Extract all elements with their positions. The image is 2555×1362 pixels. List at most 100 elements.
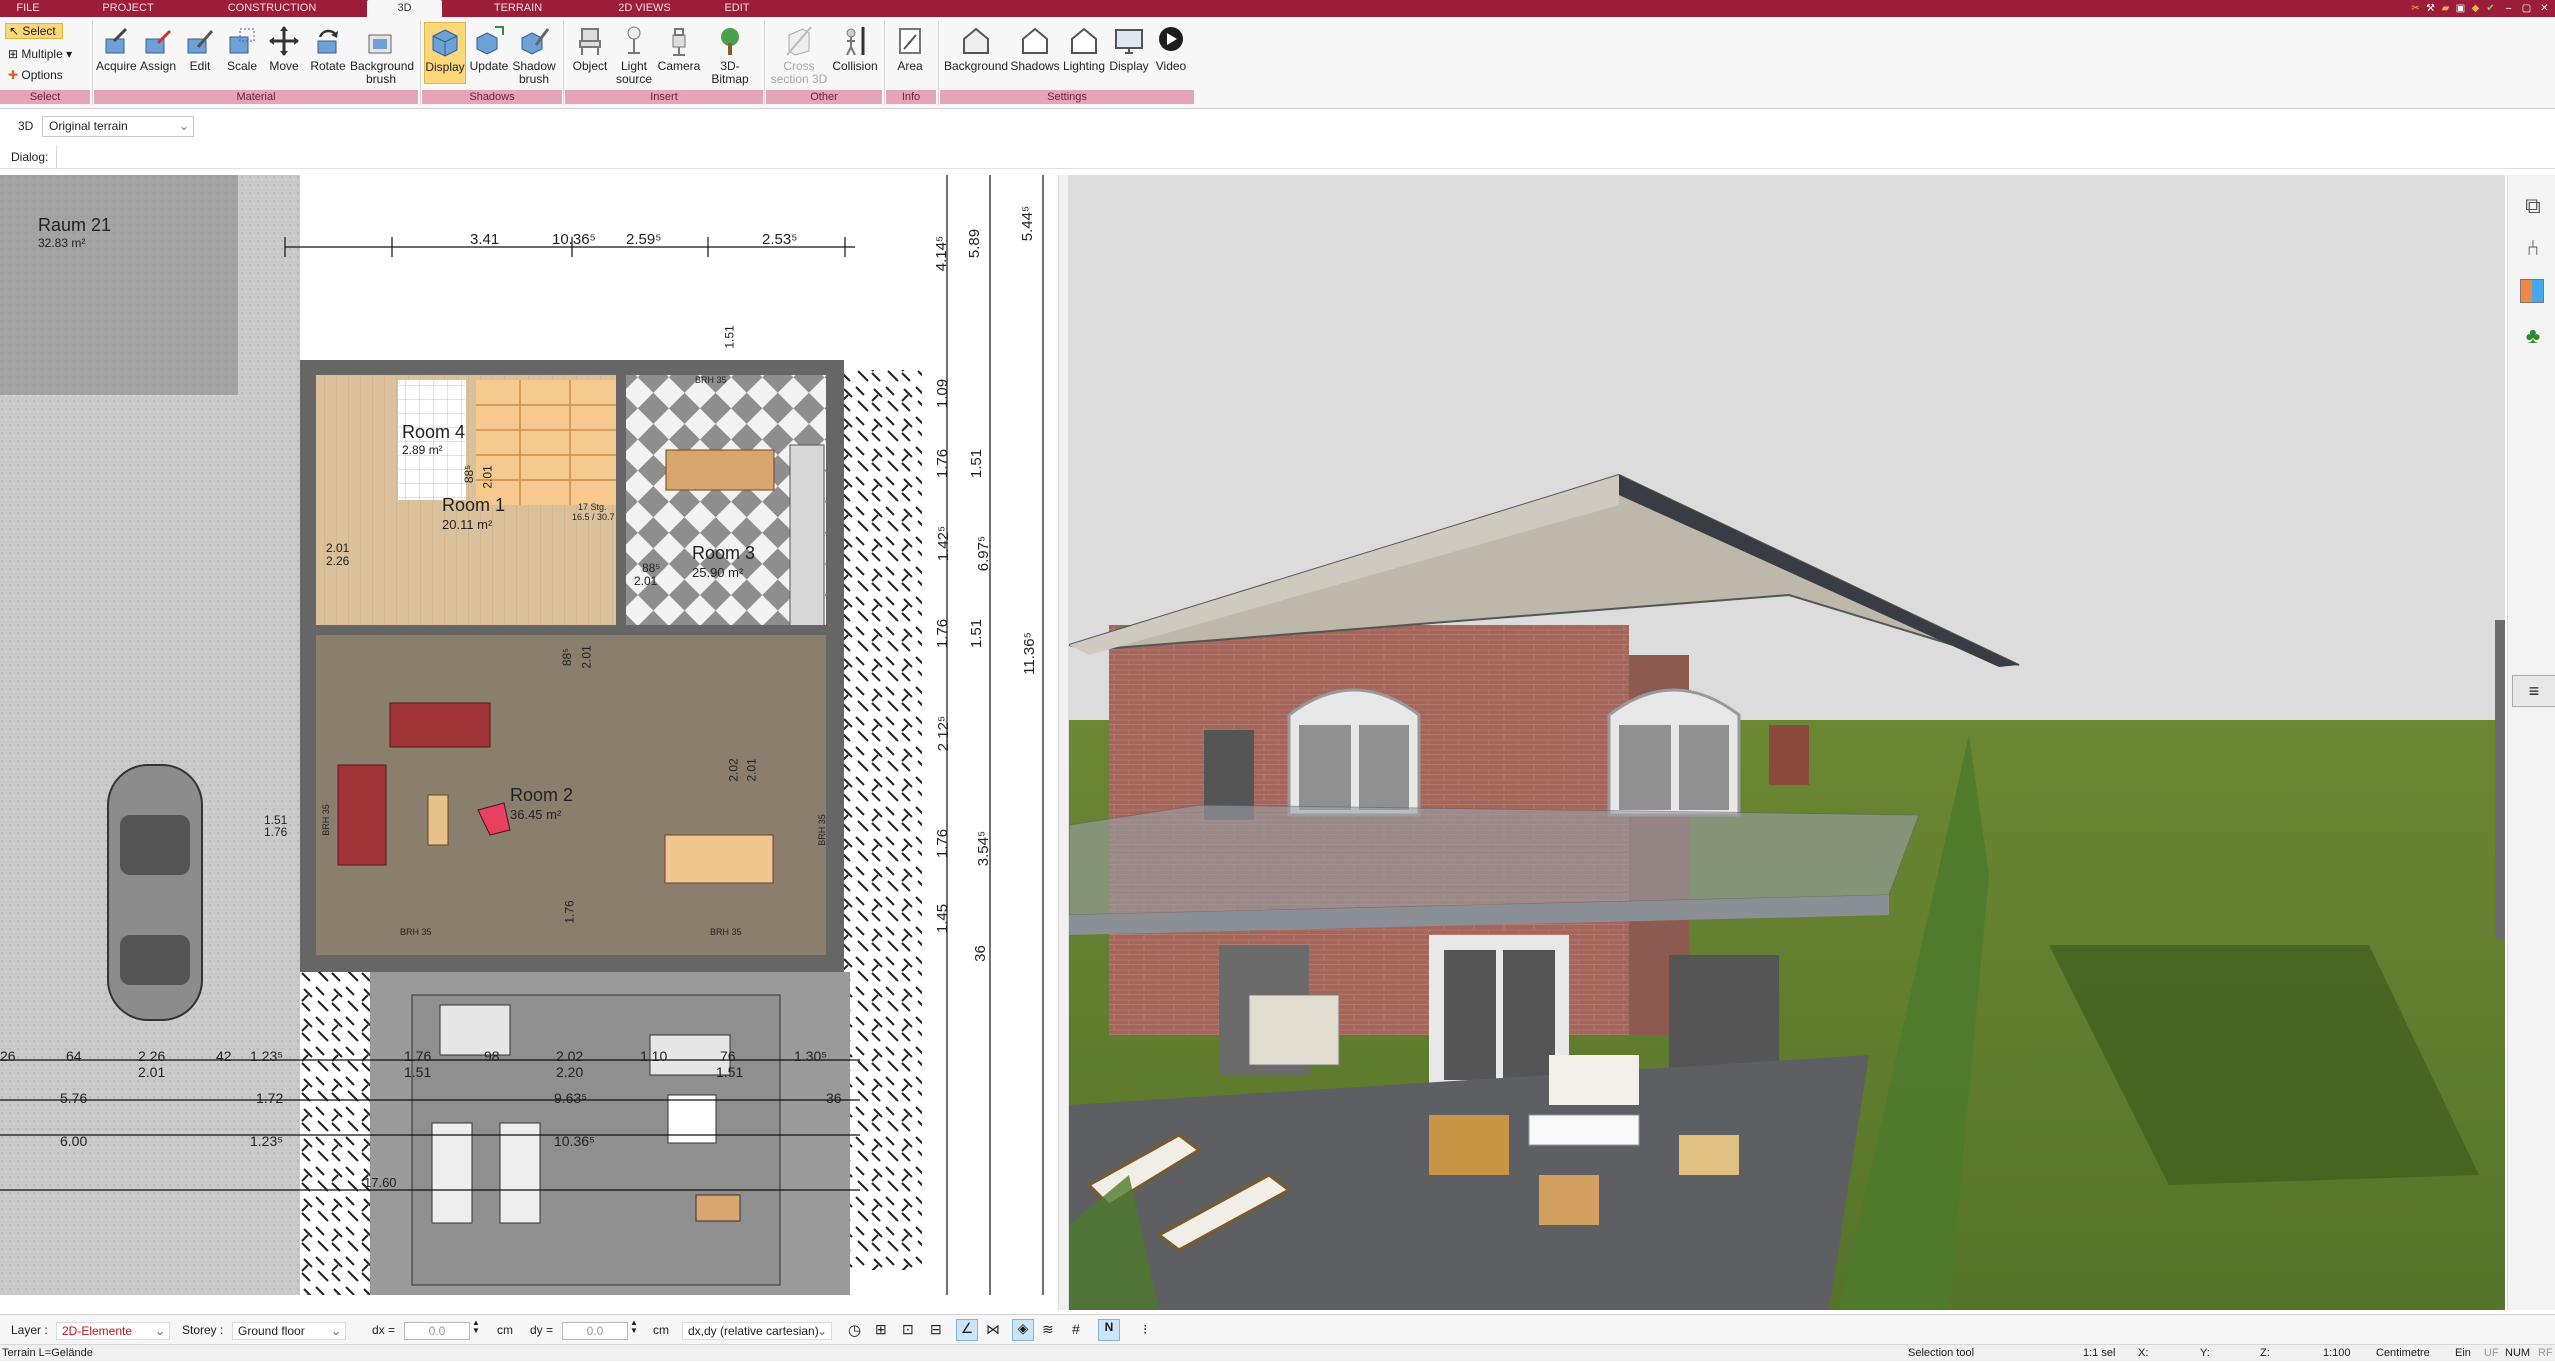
assign-button[interactable]: Assign: [138, 25, 178, 73]
clock-icon[interactable]: ◷: [848, 1321, 861, 1339]
dy-input[interactable]: [562, 1322, 628, 1340]
shadows-display-button[interactable]: Display: [424, 22, 466, 84]
layer-select[interactable]: 2D-Elemente ⌄: [56, 1322, 170, 1340]
north-icon[interactable]: N: [1098, 1319, 1120, 1341]
dim-misc-1: 5.76: [60, 1090, 88, 1106]
panel-toggle-icon[interactable]: ≡: [2512, 675, 2555, 707]
dim-bottom-1: 26: [0, 1048, 16, 1064]
camera-button[interactable]: Camera: [656, 25, 702, 73]
tab-project[interactable]: PROJECT: [95, 0, 161, 17]
coord-mode-select[interactable]: dx,dy (relative cartesian) ⌄: [682, 1322, 832, 1340]
multiple-button[interactable]: ⊞ Multiple ▾: [8, 47, 72, 61]
house-lighting-icon: [1071, 27, 1097, 54]
split-divider[interactable]: [1058, 175, 1069, 1310]
box-icon[interactable]: ◆: [2470, 3, 2481, 14]
materials-icon[interactable]: [2520, 279, 2544, 303]
door-dim-6: 88⁵: [462, 464, 477, 484]
chair-catalog-icon[interactable]: ⑃: [2520, 235, 2546, 261]
dy-stepper-icon[interactable]: ▲ ▼: [630, 1319, 638, 1335]
restore-icon[interactable]: ▢: [2521, 3, 2532, 14]
insert-object-button[interactable]: Object: [569, 25, 611, 73]
tab-3d[interactable]: 3D: [367, 0, 442, 17]
collision-icon: [846, 27, 865, 56]
dx-input[interactable]: [404, 1322, 470, 1340]
chevron-down-icon: ⌄: [154, 1324, 165, 1338]
video-button[interactable]: Video: [1152, 25, 1190, 73]
brh-label-2: BRH 35: [400, 927, 432, 937]
rotate-button[interactable]: Rotate: [308, 25, 348, 73]
tools-icon[interactable]: ✂: [2410, 3, 2421, 14]
snap-angle-icon[interactable]: ∠: [956, 1319, 978, 1341]
dim-misc-6: 1.23⁵: [250, 1133, 284, 1149]
scale-button[interactable]: Scale: [224, 25, 260, 73]
select-button[interactable]: ↖ Select: [5, 23, 63, 39]
3d-bitmap-button[interactable]: 3D-Bitmap: [702, 25, 758, 86]
grid-icon[interactable]: #: [1072, 1321, 1080, 1337]
area-button[interactable]: Area: [890, 25, 930, 73]
3d-view-canvas[interactable]: [1069, 175, 2505, 1310]
options-button[interactable]: ✚ Options: [8, 68, 63, 82]
terrain-select[interactable]: Original terrain ⌄: [42, 116, 194, 137]
dim-right-6: 1.51: [968, 448, 986, 479]
background-settings-button[interactable]: Background: [944, 25, 1008, 73]
lighting-settings-button[interactable]: Lighting: [1062, 25, 1106, 73]
folder-icon[interactable]: ▰: [2440, 3, 2451, 14]
edit-material-button[interactable]: Edit: [182, 25, 218, 73]
shadow-brush-icon: [521, 28, 550, 55]
storey-select[interactable]: Ground floor ⌄: [232, 1322, 346, 1340]
snap-ortho-icon[interactable]: ⋈: [986, 1321, 1000, 1338]
terrain-info: Terrain L=Gelände: [2, 1347, 93, 1359]
cross-section-icon: [786, 26, 812, 56]
dialog-label: Dialog:: [11, 150, 49, 164]
door-dim-7: 2.01: [579, 645, 594, 669]
dim-right-7: 1.42⁵: [935, 525, 953, 562]
shadow-brush-button[interactable]: Shadow brush: [510, 25, 558, 86]
collision-button[interactable]: Collision: [832, 25, 878, 73]
dx-unit: cm: [497, 1323, 513, 1337]
group-separator: [884, 21, 885, 105]
wrench-icon[interactable]: ⚒: [2425, 3, 2436, 14]
save-icon[interactable]: ▣: [2455, 3, 2466, 14]
dx-stepper-icon[interactable]: ▲ ▼: [472, 1319, 480, 1335]
shadows-settings-button[interactable]: Shadows: [1010, 25, 1060, 73]
status-bar: Layer : 2D-Elemente ⌄ Storey : Ground flo…: [0, 1314, 2555, 1344]
dim-top-3: 2.59⁵: [626, 231, 662, 248]
check-icon[interactable]: ✔: [2485, 3, 2496, 14]
layers-icon[interactable]: ⧉: [2520, 193, 2546, 219]
acquire-button[interactable]: Acquire: [96, 25, 137, 73]
monitor-icon: [1115, 29, 1143, 54]
tab-terrain[interactable]: TERRAIN: [482, 0, 554, 17]
tab-file[interactable]: FILE: [8, 0, 48, 17]
edit-material-icon: [187, 30, 214, 54]
mode-label: 3D: [18, 119, 34, 133]
tab-2d-views[interactable]: 2D VIEWS: [608, 0, 681, 17]
background-brush-button[interactable]: Background brush: [350, 25, 414, 86]
light-source-button[interactable]: Light source: [613, 25, 655, 86]
tree-catalog-icon[interactable]: ♣: [2520, 323, 2546, 349]
display-settings-button[interactable]: Display: [1108, 25, 1150, 73]
close-icon[interactable]: ✕: [2539, 3, 2550, 14]
snap-grid-icon[interactable]: ⊞: [875, 1321, 887, 1338]
background-brush-icon: [368, 34, 392, 54]
move-button[interactable]: Move: [266, 25, 302, 73]
snap-point-icon[interactable]: ⊡: [902, 1321, 914, 1338]
ribbon: ↖ Select ⊞ Multiple ▾ ✚ Options Select A…: [0, 17, 2555, 109]
dy-label: dy =: [530, 1323, 554, 1337]
shadows-update-button[interactable]: Update: [468, 25, 510, 73]
pipette-acquire-icon: [105, 27, 128, 54]
info-icon[interactable]: ⁝: [1143, 1321, 1147, 1338]
minimize-icon[interactable]: –: [2503, 3, 2514, 14]
snap-perp-icon[interactable]: ◈: [1012, 1319, 1034, 1341]
snap-mid-icon[interactable]: ≋: [1042, 1321, 1054, 1338]
chair-object-icon: [579, 28, 601, 55]
info-bar: Terrain L=Gelände Selection tool 1:1 sel…: [0, 1344, 2555, 1361]
cross-section-3d-button[interactable]: Cross section 3D: [770, 25, 828, 86]
dim-top-1: 3.41: [470, 231, 500, 248]
floor-plan-canvas[interactable]: Raum 21 32.83 m² Room 4 2.89 m² Room 1 2…: [0, 175, 1058, 1295]
dim-bottom-11: 1.30⁵: [794, 1048, 828, 1064]
snap-line-icon[interactable]: ⊟: [930, 1321, 942, 1338]
tab-construction[interactable]: CONSTRUCTION: [222, 0, 322, 17]
3d-scrollbar-handle[interactable]: [2495, 620, 2505, 940]
tab-edit[interactable]: EDIT: [720, 0, 754, 17]
dim-right-5: 1.76: [934, 448, 952, 479]
